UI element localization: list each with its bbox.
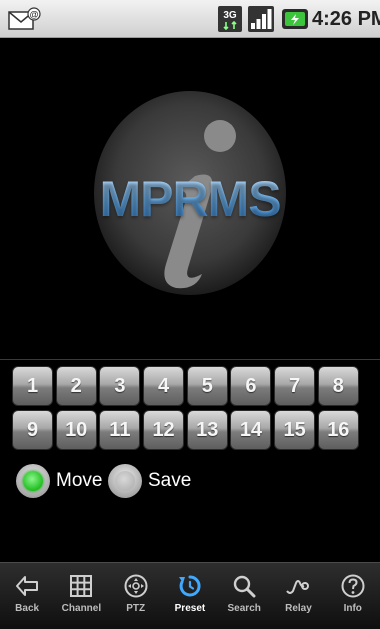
preset-button-9[interactable]: 9 bbox=[12, 410, 53, 450]
search-icon bbox=[233, 575, 256, 598]
status-time: 4:26 PM bbox=[312, 8, 380, 30]
preset-button-3[interactable]: 3 bbox=[99, 366, 141, 406]
tab-search-label: Search bbox=[227, 603, 261, 614]
preset-button-16[interactable]: 16 bbox=[317, 410, 359, 450]
tab-back-label: Back bbox=[15, 603, 40, 614]
back-arrow-icon bbox=[16, 576, 39, 596]
info-icon bbox=[341, 574, 365, 598]
mail-icon: @ bbox=[8, 7, 41, 30]
svg-text:3G: 3G bbox=[223, 10, 237, 21]
logo-text: MPRMS bbox=[60, 170, 320, 228]
preset-button-13[interactable]: 13 bbox=[186, 410, 228, 450]
save-radio[interactable]: Save bbox=[108, 461, 191, 501]
3g-icon: 3G bbox=[218, 6, 242, 32]
tab-info[interactable]: Info bbox=[326, 563, 380, 629]
preset-icon bbox=[178, 575, 201, 597]
tab-preset[interactable]: Preset bbox=[163, 563, 217, 629]
ptz-icon bbox=[124, 574, 148, 598]
preset-button-11[interactable]: 11 bbox=[99, 410, 141, 450]
tab-channel-label: Channel bbox=[61, 603, 102, 614]
preset-button-6[interactable]: 6 bbox=[230, 366, 272, 406]
tab-channel[interactable]: Channel bbox=[54, 563, 108, 629]
tab-search[interactable]: Search bbox=[217, 563, 271, 629]
preset-button-8[interactable]: 8 bbox=[317, 366, 359, 406]
preset-button-15[interactable]: 15 bbox=[274, 410, 316, 450]
tab-ptz[interactable]: PTZ bbox=[109, 563, 163, 629]
preset-button-10[interactable]: 10 bbox=[55, 410, 97, 450]
preset-button-2[interactable]: 2 bbox=[55, 366, 97, 406]
move-radio-label: Move bbox=[56, 470, 103, 491]
svg-text:@: @ bbox=[30, 10, 39, 20]
bottom-tab-bar: Back Channel PTZ Preset Search Relay Inf… bbox=[0, 562, 380, 629]
preset-button-5[interactable]: 5 bbox=[186, 366, 228, 406]
tab-ptz-label: PTZ bbox=[126, 603, 146, 614]
move-radio[interactable]: Move bbox=[16, 461, 102, 501]
move-radio-indicator[interactable] bbox=[16, 464, 50, 498]
preset-button-14[interactable]: 14 bbox=[230, 410, 272, 450]
tab-relay[interactable]: Relay bbox=[271, 563, 325, 629]
tab-relay-label: Relay bbox=[285, 603, 312, 614]
relay-icon bbox=[286, 580, 310, 594]
preset-button-1[interactable]: 1 bbox=[12, 366, 53, 406]
preset-button-7[interactable]: 7 bbox=[274, 366, 316, 406]
video-view: MPRMS bbox=[0, 38, 380, 360]
save-radio-label: Save bbox=[148, 470, 192, 491]
tab-preset-label: Preset bbox=[174, 603, 206, 614]
tab-back[interactable]: Back bbox=[0, 563, 54, 629]
preset-button-12[interactable]: 12 bbox=[143, 410, 185, 450]
preset-button-4[interactable]: 4 bbox=[143, 366, 185, 406]
preset-grid: 1 2 3 4 5 6 7 8 9 10 11 12 13 14 15 16 bbox=[12, 366, 360, 450]
grid-icon bbox=[70, 575, 93, 597]
status-bar: @ 3G 4:26 PM bbox=[0, 0, 380, 38]
battery-icon bbox=[282, 9, 308, 29]
save-radio-indicator[interactable] bbox=[108, 464, 142, 498]
signal-icon bbox=[248, 6, 274, 32]
tab-info-label: Info bbox=[343, 603, 362, 614]
